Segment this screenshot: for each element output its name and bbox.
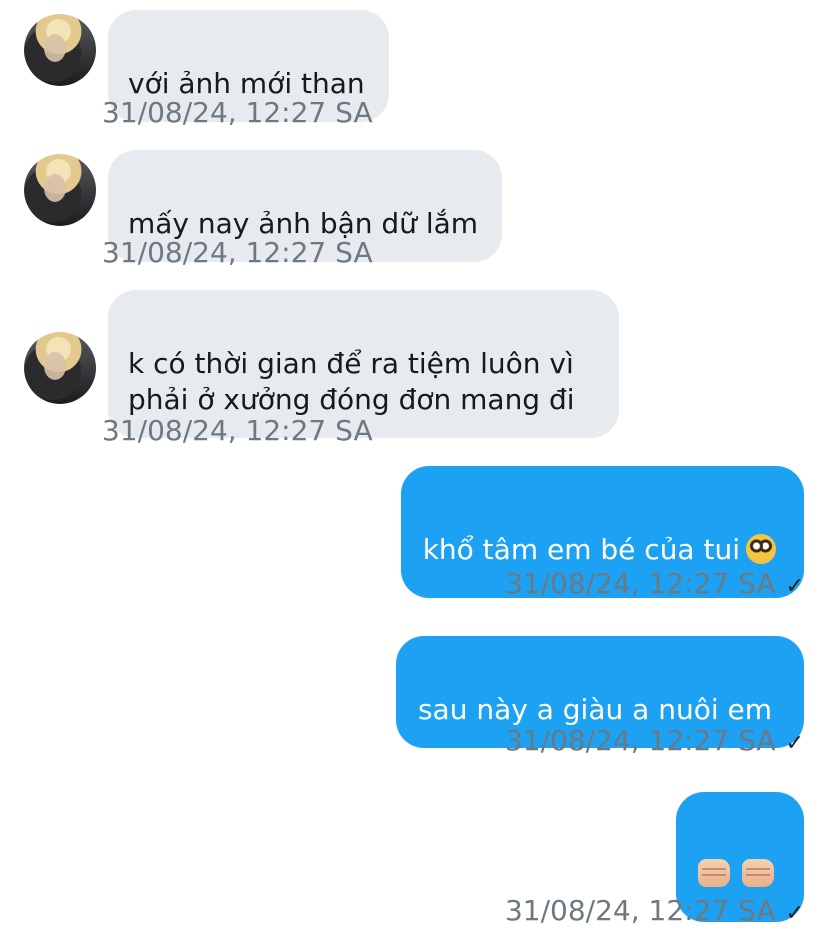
sender-avatar[interactable] <box>24 14 96 86</box>
message-text: khổ tâm em bé của tui <box>422 533 740 566</box>
message-timestamp: 31/08/24, 12:27 SA ✓ <box>505 567 804 604</box>
sent-check-icon: ✓ <box>785 901 804 926</box>
timestamp-text: 31/08/24, 12:27 SA <box>504 894 776 927</box>
message-timestamp: 31/08/24, 12:27 SA <box>102 96 373 129</box>
message-timestamp: 31/08/24, 12:27 SA ✓ <box>505 724 804 761</box>
pleading-face-emoji-icon <box>746 534 776 564</box>
fist-emoji-icon <box>698 859 730 887</box>
timestamp-text: 31/08/24, 12:27 SA <box>504 724 776 757</box>
sent-check-icon: ✓ <box>785 731 804 756</box>
timestamp-text: 31/08/24, 12:27 SA <box>504 567 776 600</box>
message-text: sau này a giàu a nuôi em <box>417 693 772 726</box>
message-timestamp: 31/08/24, 12:27 SA ✓ <box>505 894 804 931</box>
message-timestamp: 31/08/24, 12:27 SA <box>102 414 373 447</box>
message-text: k có thời gian để ra tiệm luôn vì phải ở… <box>128 347 575 416</box>
sent-check-icon: ✓ <box>785 574 804 599</box>
fist-emoji-icon <box>742 859 774 887</box>
sender-avatar[interactable] <box>24 332 96 404</box>
sender-avatar[interactable] <box>24 154 96 226</box>
message-timestamp: 31/08/24, 12:27 SA <box>102 236 373 269</box>
